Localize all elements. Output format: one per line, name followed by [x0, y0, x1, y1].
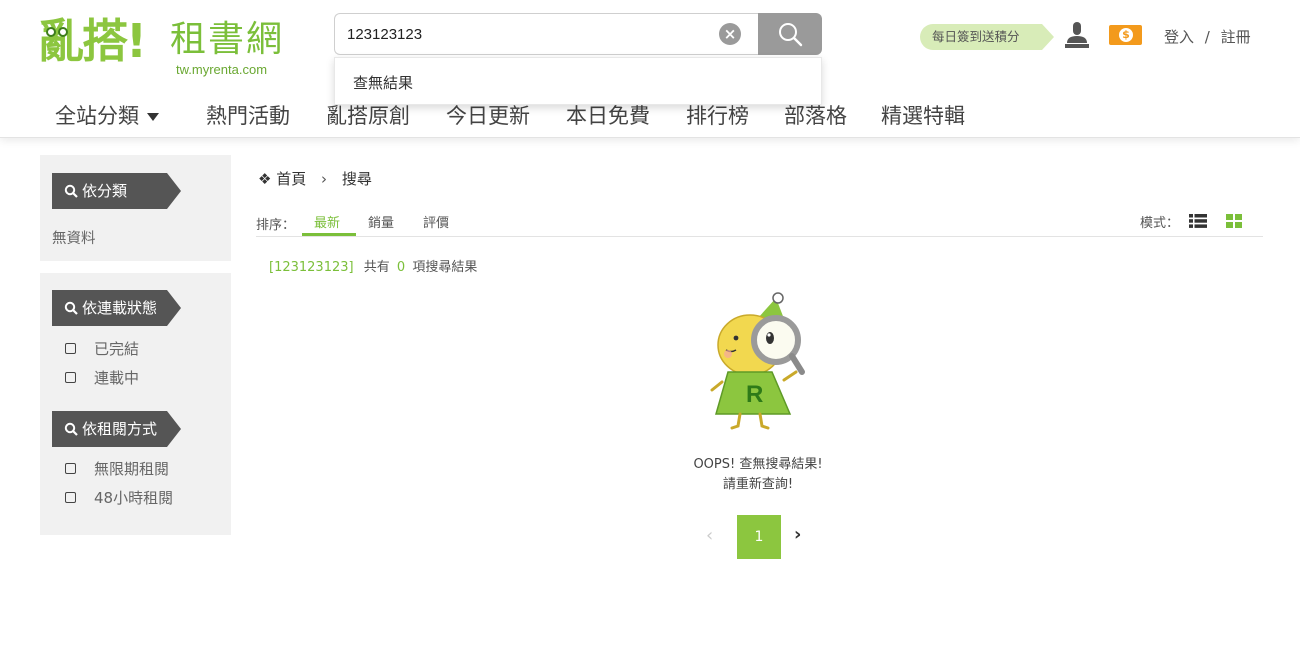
- sort-rating[interactable]: 評價: [423, 212, 449, 231]
- rent-filter-header: 依租閱方式: [52, 411, 181, 447]
- status-filter-title: 依連載狀態: [82, 299, 158, 317]
- checkbox[interactable]: [65, 372, 76, 383]
- breadcrumb-separator: ›: [321, 170, 328, 188]
- filter-48h-rent[interactable]: 48小時租閱: [65, 487, 173, 508]
- status-filter-header: 依連載狀態: [52, 290, 181, 326]
- nav-item-events[interactable]: 熱門活動: [206, 100, 290, 132]
- filter-label: 48小時租閱: [94, 489, 174, 507]
- sort-newest[interactable]: 最新: [314, 212, 340, 231]
- auth-separator: /: [1204, 28, 1210, 46]
- search-icon: [64, 184, 78, 198]
- result-summary: [123123123] 共有 0 項搜尋結果: [269, 256, 477, 275]
- sort-sales[interactable]: 銷量: [368, 212, 394, 231]
- next-page-icon[interactable]: ›: [794, 524, 801, 545]
- daily-checkin-label: 每日簽到送積分: [920, 24, 1042, 50]
- nav-item-label: 全站分類: [55, 104, 139, 128]
- filter-label: 已完結: [94, 340, 140, 358]
- search-query: [123123123]: [269, 260, 354, 275]
- logo-subtitle: 租書網: [170, 19, 285, 60]
- checkbox[interactable]: [65, 343, 76, 354]
- register-link[interactable]: 註冊: [1221, 28, 1251, 46]
- clear-search-icon[interactable]: ×: [719, 23, 741, 45]
- user-icon[interactable]: [1064, 21, 1090, 51]
- logo-wordmark: 亂搭!: [38, 14, 147, 68]
- result-suffix: 項搜尋結果: [412, 260, 478, 275]
- search-bar: ×: [334, 13, 822, 55]
- filter-ongoing[interactable]: 連載中: [65, 367, 139, 388]
- coin-icon[interactable]: $: [1109, 25, 1142, 45]
- checkbox[interactable]: [65, 492, 76, 503]
- breadcrumb-home[interactable]: 首頁: [276, 170, 306, 188]
- sidebar-filter-panel: 依連載狀態 已完結 連載中 依租閱方式 無限期租閱 48小時租閱: [40, 273, 231, 535]
- sort-label: 排序：: [256, 218, 296, 233]
- coin-symbol: $: [1119, 28, 1133, 42]
- result-prefix: 共有: [363, 260, 390, 275]
- result-count: 0: [396, 260, 406, 275]
- daily-checkin-button[interactable]: 每日簽到送積分: [920, 24, 1054, 50]
- empty-state-message: OOPS! 查無搜尋結果! 請重新查詢!: [600, 455, 916, 495]
- sort-bar: 排序： 最新 銷量 評價 模式：: [256, 210, 1263, 237]
- empty-state-line2: 請重新查詢!: [722, 477, 794, 492]
- search-button[interactable]: [758, 13, 822, 55]
- site-logo[interactable]: 亂搭! 租書網 tw.myrenta.com: [38, 12, 298, 82]
- svg-text:R: R: [746, 381, 763, 408]
- nav-item-all-categories[interactable]: 全站分類: [55, 100, 159, 132]
- login-link[interactable]: 登入: [1164, 28, 1194, 46]
- search-suggestion-dropdown: 查無結果: [334, 57, 822, 105]
- empty-state-line1: OOPS! 查無搜尋結果!: [693, 457, 823, 472]
- rent-filter-title: 依租閱方式: [82, 420, 158, 438]
- search-icon: [64, 301, 78, 315]
- caret-down-icon: [147, 113, 159, 121]
- search-icon: [64, 422, 78, 436]
- category-filter-header: 依分類: [52, 173, 181, 209]
- filter-unlimited-rent[interactable]: 無限期租閱: [65, 458, 169, 479]
- filter-label: 無限期租閱: [94, 460, 170, 478]
- sidebar-category-panel: 依分類 無資料: [40, 155, 231, 261]
- category-empty-text: 無資料: [52, 231, 96, 247]
- grid-view-icon[interactable]: [1226, 214, 1242, 228]
- active-sort-indicator: [302, 233, 356, 236]
- filter-completed[interactable]: 已完結: [65, 338, 139, 359]
- view-mode-label: 模式：: [1140, 216, 1180, 231]
- logo-url: tw.myrenta.com: [176, 62, 268, 77]
- suggestion-item[interactable]: 查無結果: [353, 72, 413, 93]
- logo-eyes-icon: [46, 22, 70, 41]
- breadcrumb: ❖ 首頁 › 搜尋: [258, 168, 372, 189]
- list-view-icon[interactable]: [1189, 214, 1207, 228]
- mascot-magnifier-illustration: R: [710, 292, 805, 430]
- home-icon[interactable]: ❖: [258, 170, 271, 188]
- search-input[interactable]: [334, 13, 758, 55]
- breadcrumb-current: 搜尋: [341, 170, 372, 188]
- category-filter-title: 依分類: [82, 182, 128, 200]
- checkbox[interactable]: [65, 463, 76, 474]
- auth-links: 登入 / 註冊: [1164, 26, 1251, 47]
- nav-item-featured[interactable]: 精選特輯: [881, 100, 965, 132]
- filter-label: 連載中: [94, 369, 140, 387]
- page-1-button[interactable]: 1: [737, 515, 781, 559]
- prev-page-icon[interactable]: ‹: [706, 525, 713, 546]
- search-icon: [779, 23, 803, 47]
